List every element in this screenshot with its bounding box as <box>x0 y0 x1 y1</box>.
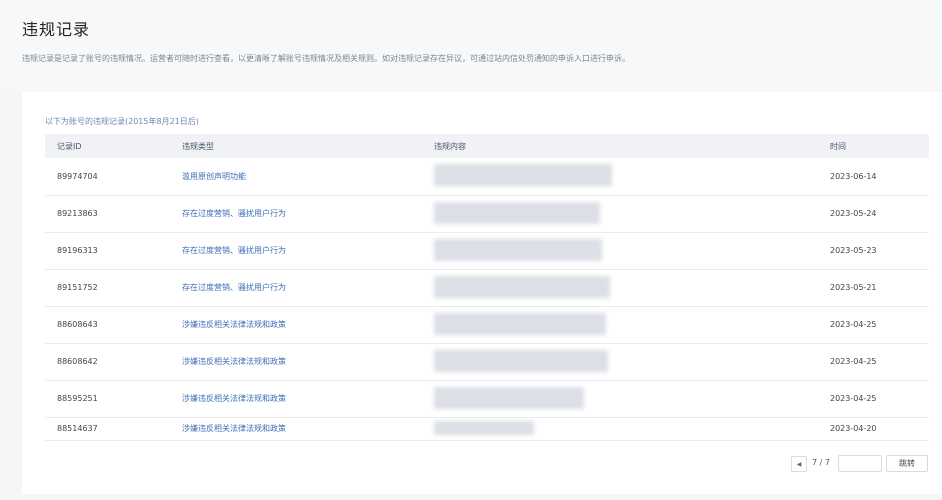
record-date: 2023-05-21 <box>830 283 877 292</box>
record-type: 涉嫌违反相关法律法规和政策 <box>182 394 286 403</box>
col-time: 时间 <box>830 141 846 151</box>
table-row: 88595251 涉嫌违反相关法律法规和政策 2023-04-25 <box>45 380 929 417</box>
table-header-row: 记录ID 违规类型 违规内容 时间 <box>45 134 929 158</box>
col-type: 违规类型 <box>182 141 214 151</box>
record-content-blurred <box>422 343 818 380</box>
record-type: 滥用原创声明功能 <box>182 171 246 181</box>
record-id: 89151752 <box>57 283 98 292</box>
record-date: 2023-04-25 <box>830 394 877 403</box>
record-type: 涉嫌违反相关法律法规和政策 <box>182 424 286 433</box>
record-content-blurred <box>422 417 818 440</box>
pagination-page-count: 7 / 7 <box>812 458 830 467</box>
caret-left-icon: ◀ <box>796 461 802 468</box>
record-content-blurred <box>422 195 818 232</box>
record-id: 88514637 <box>57 424 98 433</box>
record-id: 89974704 <box>57 171 98 181</box>
table-row: 88608642 涉嫌违反相关法律法规和政策 2023-04-25 <box>45 343 929 380</box>
table-row: 89196313 存在过度营销、骚扰用户行为 2023-05-23 <box>45 232 929 269</box>
table-row: 88514637 涉嫌违反相关法律法规和政策 2023-04-20 <box>45 417 929 440</box>
page-header: 违规记录 违规记录是记录了账号的违规情况。运营者可随时进行查看，以更清晰了解账号… <box>0 0 942 90</box>
record-id: 88608642 <box>57 357 98 366</box>
col-content: 违规内容 <box>434 141 466 151</box>
table-row: 89213863 存在过度营销、骚扰用户行为 2023-05-24 <box>45 195 929 232</box>
record-date: 2023-04-25 <box>830 320 877 329</box>
record-date: 2023-05-24 <box>830 209 877 218</box>
record-date: 2023-06-14 <box>830 171 877 181</box>
record-type: 涉嫌违反相关法律法规和政策 <box>182 357 286 366</box>
record-content-blurred <box>422 232 818 269</box>
record-date: 2023-05-23 <box>830 246 877 255</box>
table-row: 89151752 存在过度营销、骚扰用户行为 2023-05-21 <box>45 269 929 306</box>
table-row: 88608643 涉嫌违反相关法律法规和政策 2023-04-25 <box>45 306 929 343</box>
page-title: 违规记录 <box>22 20 91 39</box>
record-type: 存在过度营销、骚扰用户行为 <box>182 209 286 218</box>
col-record-id: 记录ID <box>57 141 82 151</box>
record-id: 88595251 <box>57 394 98 403</box>
table-row: 89974704 滥用原创声明功能 2023-06-14 <box>45 158 929 195</box>
record-id: 88608643 <box>57 320 98 329</box>
record-content-blurred <box>422 158 818 195</box>
record-type: 存在过度营销、骚扰用户行为 <box>182 246 286 255</box>
record-content-blurred <box>422 269 818 306</box>
record-date: 2023-04-25 <box>830 357 877 366</box>
record-content-blurred <box>422 380 818 417</box>
record-type: 涉嫌违反相关法律法规和政策 <box>182 320 286 329</box>
record-content-blurred <box>422 306 818 343</box>
record-type: 存在过度营销、骚扰用户行为 <box>182 283 286 292</box>
violation-table: 记录ID 违规类型 违规内容 时间 89974704 滥用原创声明功能 2023… <box>45 134 929 441</box>
page-description: 违规记录是记录了账号的违规情况。运营者可随时进行查看，以更清晰了解账号违规情况及… <box>22 54 630 63</box>
record-id: 89196313 <box>57 246 98 255</box>
pagination-prev-button[interactable]: ◀ <box>791 456 807 472</box>
pagination-jump-input[interactable] <box>838 455 882 472</box>
record-date: 2023-04-20 <box>830 424 877 433</box>
records-subnote: 以下为账号的违规记录(2015年8月21日后) <box>45 117 199 126</box>
record-id: 89213863 <box>57 209 98 218</box>
pagination-jump-button[interactable]: 跳转 <box>886 455 928 472</box>
